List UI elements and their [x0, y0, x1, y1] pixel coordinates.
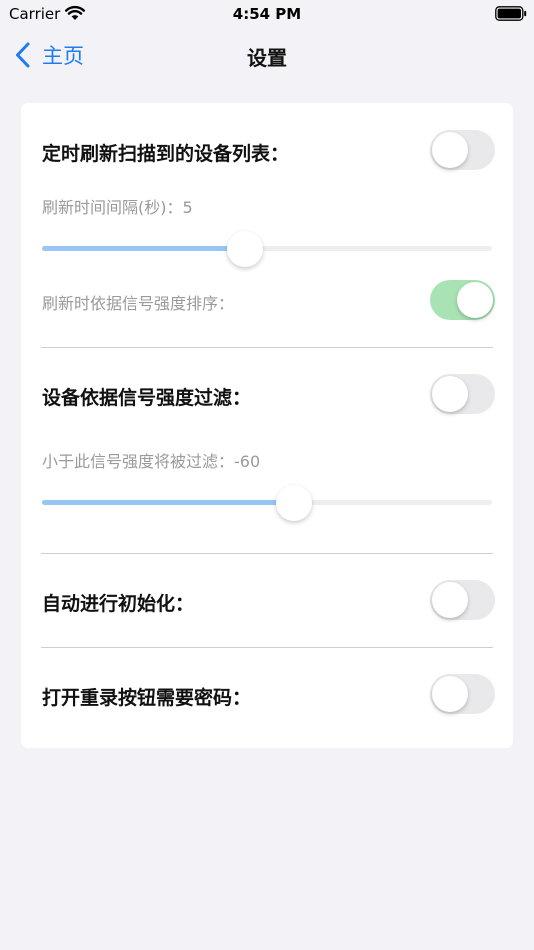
toggle-knob [432, 132, 468, 168]
filter-threshold-slider[interactable] [42, 483, 492, 523]
refresh-interval-slider[interactable] [42, 229, 492, 269]
rerecord-password-label: 打开重录按钮需要密码： [42, 687, 252, 709]
refresh-list-label: 定时刷新扫描到的设备列表： [42, 143, 290, 165]
slider-thumb[interactable] [226, 231, 263, 267]
refresh-interval-label: 刷新时间间隔(秒)：5 [42, 198, 193, 217]
settings-card: 定时刷新扫描到的设备列表： 刷新时间间隔(秒)：5 刷新时依据信号强度排序： 设… [21, 103, 513, 748]
slider-fill [42, 500, 294, 505]
toggle-knob [457, 282, 493, 318]
auto-init-toggle[interactable] [430, 580, 495, 620]
refresh-list-toggle[interactable] [430, 130, 495, 170]
navigation-bar: 主页 设置 [0, 30, 534, 80]
rerecord-password-toggle[interactable] [430, 674, 495, 714]
status-time: 4:54 PM [232, 5, 302, 23]
battery-icon [495, 6, 527, 21]
filter-by-signal-toggle[interactable] [430, 374, 495, 414]
toggle-knob [432, 582, 468, 618]
filter-by-signal-label: 设备依据信号强度过滤： [42, 387, 252, 409]
toggle-knob [432, 676, 468, 712]
page-title: 设置 [247, 46, 287, 70]
slider-fill [42, 246, 245, 251]
slider-thumb[interactable] [276, 485, 312, 521]
status-bar: Carrier 4:54 PM [0, 0, 534, 30]
filter-threshold-label: 小于此信号强度将被过滤：-60 [42, 452, 261, 471]
divider [41, 347, 493, 348]
toggle-knob [432, 376, 468, 412]
sort-by-signal-label: 刷新时依据信号强度排序： [42, 294, 235, 313]
divider [41, 553, 493, 554]
divider [41, 647, 493, 648]
auto-init-label: 自动进行初始化： [42, 593, 195, 615]
sort-by-signal-toggle[interactable] [430, 280, 495, 320]
